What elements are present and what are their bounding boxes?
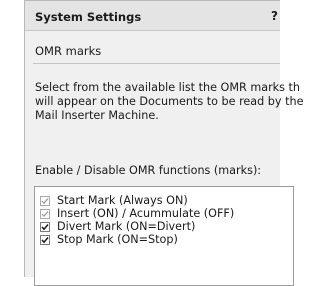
omr-list-label: Enable / Disable OMR functions (marks): xyxy=(35,164,262,177)
checkmark-icon xyxy=(41,223,49,230)
system-settings-window: System Settings ? OMR marks Select from … xyxy=(24,0,303,286)
list-item-insert-mark: Insert (ON) / Acummulate (OFF) xyxy=(40,207,234,220)
description-line: will appear on the Documents to be read … xyxy=(35,95,304,108)
list-item-stop-mark[interactable]: Stop Mark (ON=Stop) xyxy=(40,233,178,246)
start-mark-label: Start Mark (Always ON) xyxy=(57,194,188,207)
stop-mark-label: Stop Mark (ON=Stop) xyxy=(57,233,178,246)
checkmark-icon xyxy=(41,210,49,217)
section-divider xyxy=(33,63,280,64)
divert-mark-checkbox[interactable] xyxy=(40,221,50,232)
list-item-start-mark: Start Mark (Always ON) xyxy=(40,194,188,207)
list-item-divert-mark[interactable]: Divert Mark (ON=Divert) xyxy=(40,220,195,233)
start-mark-checkbox xyxy=(40,195,50,206)
checkmark-icon xyxy=(41,236,49,243)
insert-mark-label: Insert (ON) / Acummulate (OFF) xyxy=(57,207,235,220)
omr-marks-list[interactable]: Start Mark (Always ON) Insert (ON) / Acu… xyxy=(34,186,294,286)
description-text: Select from the available list the OMR m… xyxy=(35,81,320,123)
description-line: Select from the available list the OMR m… xyxy=(35,81,301,94)
checkmark-icon xyxy=(41,197,49,204)
divert-mark-label: Divert Mark (ON=Divert) xyxy=(57,220,196,233)
title-bar: System Settings ? xyxy=(25,1,280,31)
window-title: System Settings xyxy=(35,10,142,24)
help-button[interactable]: ? xyxy=(271,9,278,23)
description-line: Mail Inserter Machine. xyxy=(35,109,159,122)
section-title: OMR marks xyxy=(35,44,102,58)
insert-mark-checkbox xyxy=(40,208,50,219)
stop-mark-checkbox[interactable] xyxy=(40,234,50,245)
